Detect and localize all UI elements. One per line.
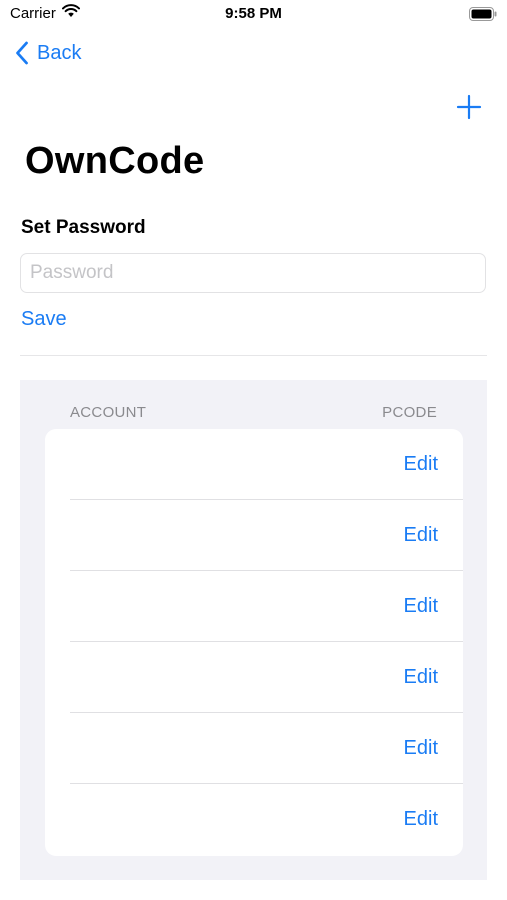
set-password-label: Set Password bbox=[21, 217, 146, 238]
password-input[interactable] bbox=[20, 253, 486, 293]
accounts-table: ACCOUNT PCODE Edit Edit Edit Edit Edit E… bbox=[20, 380, 487, 880]
edit-button[interactable]: Edit bbox=[404, 737, 438, 760]
edit-button[interactable]: Edit bbox=[404, 666, 438, 689]
divider bbox=[20, 355, 487, 356]
chevron-left-icon bbox=[16, 41, 28, 65]
table-row: Edit bbox=[45, 571, 463, 642]
edit-button[interactable]: Edit bbox=[404, 808, 438, 831]
accounts-list: Edit Edit Edit Edit Edit Edit bbox=[45, 429, 463, 856]
save-button[interactable]: Save bbox=[21, 308, 67, 331]
battery-icon bbox=[469, 7, 497, 26]
plus-icon bbox=[456, 94, 482, 120]
edit-button[interactable]: Edit bbox=[404, 453, 438, 476]
status-bar: Carrier 9:58 PM bbox=[0, 0, 507, 28]
table-row: Edit bbox=[45, 713, 463, 784]
column-header-pcode: PCODE bbox=[382, 404, 437, 421]
edit-button[interactable]: Edit bbox=[404, 524, 438, 547]
column-header-account: ACCOUNT bbox=[70, 404, 147, 421]
status-time: 9:58 PM bbox=[225, 5, 282, 22]
back-label: Back bbox=[37, 41, 82, 64]
edit-button[interactable]: Edit bbox=[404, 595, 438, 618]
table-row: Edit bbox=[45, 784, 463, 855]
table-row: Edit bbox=[45, 642, 463, 713]
table-row: Edit bbox=[45, 429, 463, 500]
back-button[interactable]: Back bbox=[15, 38, 81, 68]
table-row: Edit bbox=[45, 500, 463, 571]
page-title: OwnCode bbox=[25, 140, 205, 182]
add-button[interactable] bbox=[456, 94, 482, 120]
